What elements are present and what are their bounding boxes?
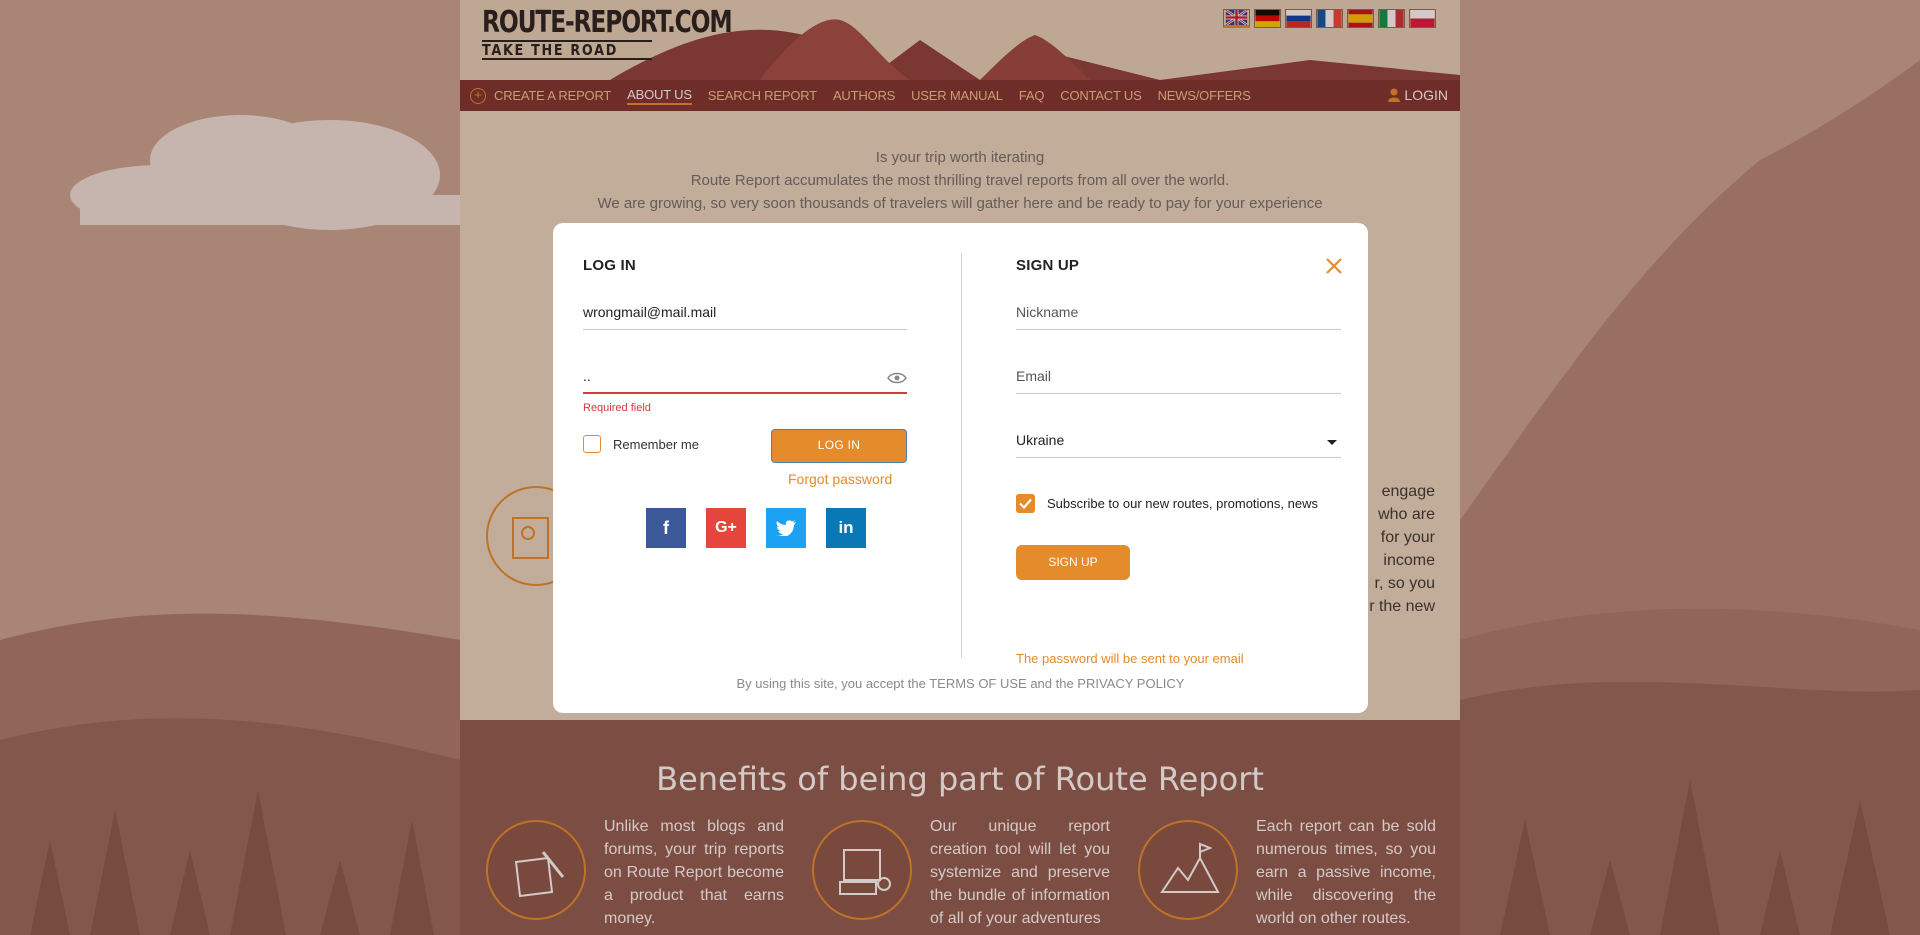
- signup-email-field: [1016, 364, 1341, 394]
- eye-icon[interactable]: [887, 372, 907, 384]
- login-password-field: [583, 364, 907, 394]
- social-login: f G+ in: [646, 508, 866, 548]
- signup-button[interactable]: SIGN UP: [1016, 545, 1130, 580]
- login-title: LOG IN: [583, 257, 636, 274]
- signup-title: SIGN UP: [1016, 257, 1080, 274]
- caret-down-icon: [1327, 440, 1337, 445]
- twitter-icon[interactable]: [766, 508, 806, 548]
- password-note: The password will be sent to your email: [1016, 651, 1244, 666]
- auth-modal: LOG IN Required field Remember me LOG IN…: [553, 223, 1368, 713]
- nickname-field: [1016, 300, 1341, 330]
- login-section: LOG IN Required field Remember me LOG IN…: [583, 257, 907, 548]
- signup-section: SIGN UP Ukraine Subscribe to our new rou…: [1016, 257, 1341, 666]
- password-error: Required field: [583, 402, 651, 414]
- login-email-field: [583, 300, 907, 330]
- subscribe-label: Subscribe to our new routes, promotions,…: [1047, 496, 1318, 511]
- subscribe-checkbox[interactable]: [1016, 494, 1035, 513]
- signup-email-input[interactable]: [1016, 364, 1341, 388]
- country-select[interactable]: Ukraine: [1016, 428, 1341, 458]
- terms-notice: By using this site, you accept the TERMS…: [736, 676, 1185, 691]
- forgot-password-link[interactable]: Forgot password: [788, 471, 892, 487]
- nickname-input[interactable]: [1016, 300, 1341, 324]
- login-password-input[interactable]: [583, 364, 907, 388]
- country-value: Ukraine: [1016, 432, 1065, 448]
- remember-me-checkbox[interactable]: [583, 435, 601, 453]
- facebook-icon[interactable]: f: [646, 508, 686, 548]
- login-actions: Remember me LOG IN Forgot password: [583, 429, 907, 487]
- remember-me-label: Remember me: [613, 437, 699, 452]
- subscribe-row: Subscribe to our new routes, promotions,…: [1016, 492, 1341, 516]
- login-button[interactable]: LOG IN: [771, 429, 907, 463]
- login-email-input[interactable]: [583, 300, 907, 324]
- modal-divider: [961, 253, 962, 658]
- close-icon[interactable]: [1325, 257, 1343, 275]
- google-plus-icon[interactable]: G+: [706, 508, 746, 548]
- linkedin-icon[interactable]: in: [826, 508, 866, 548]
